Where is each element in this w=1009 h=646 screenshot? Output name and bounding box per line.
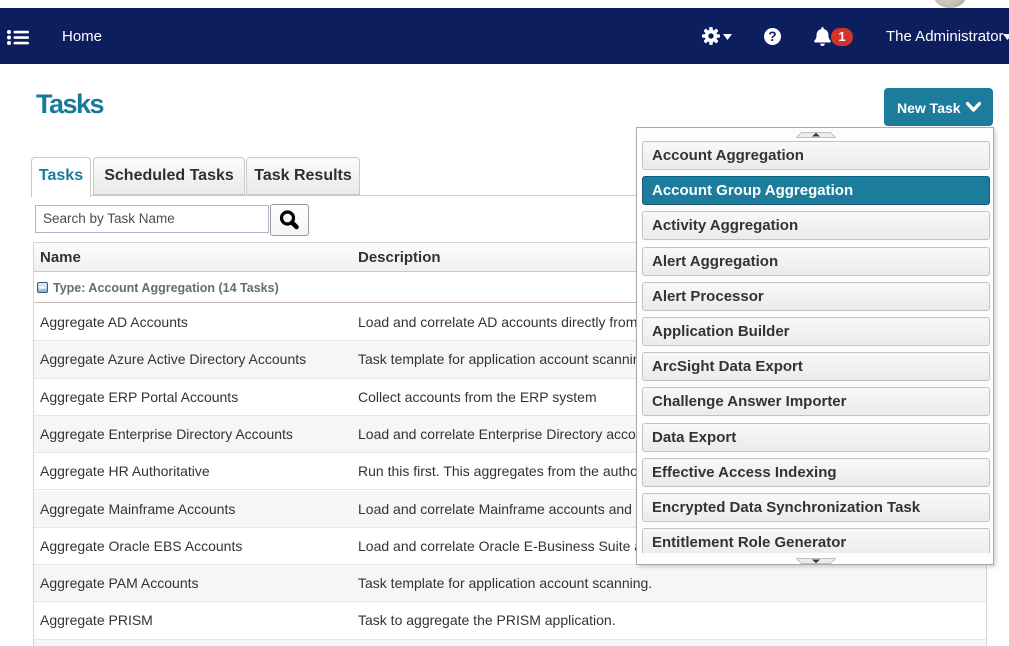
- svg-text:?: ?: [768, 29, 776, 44]
